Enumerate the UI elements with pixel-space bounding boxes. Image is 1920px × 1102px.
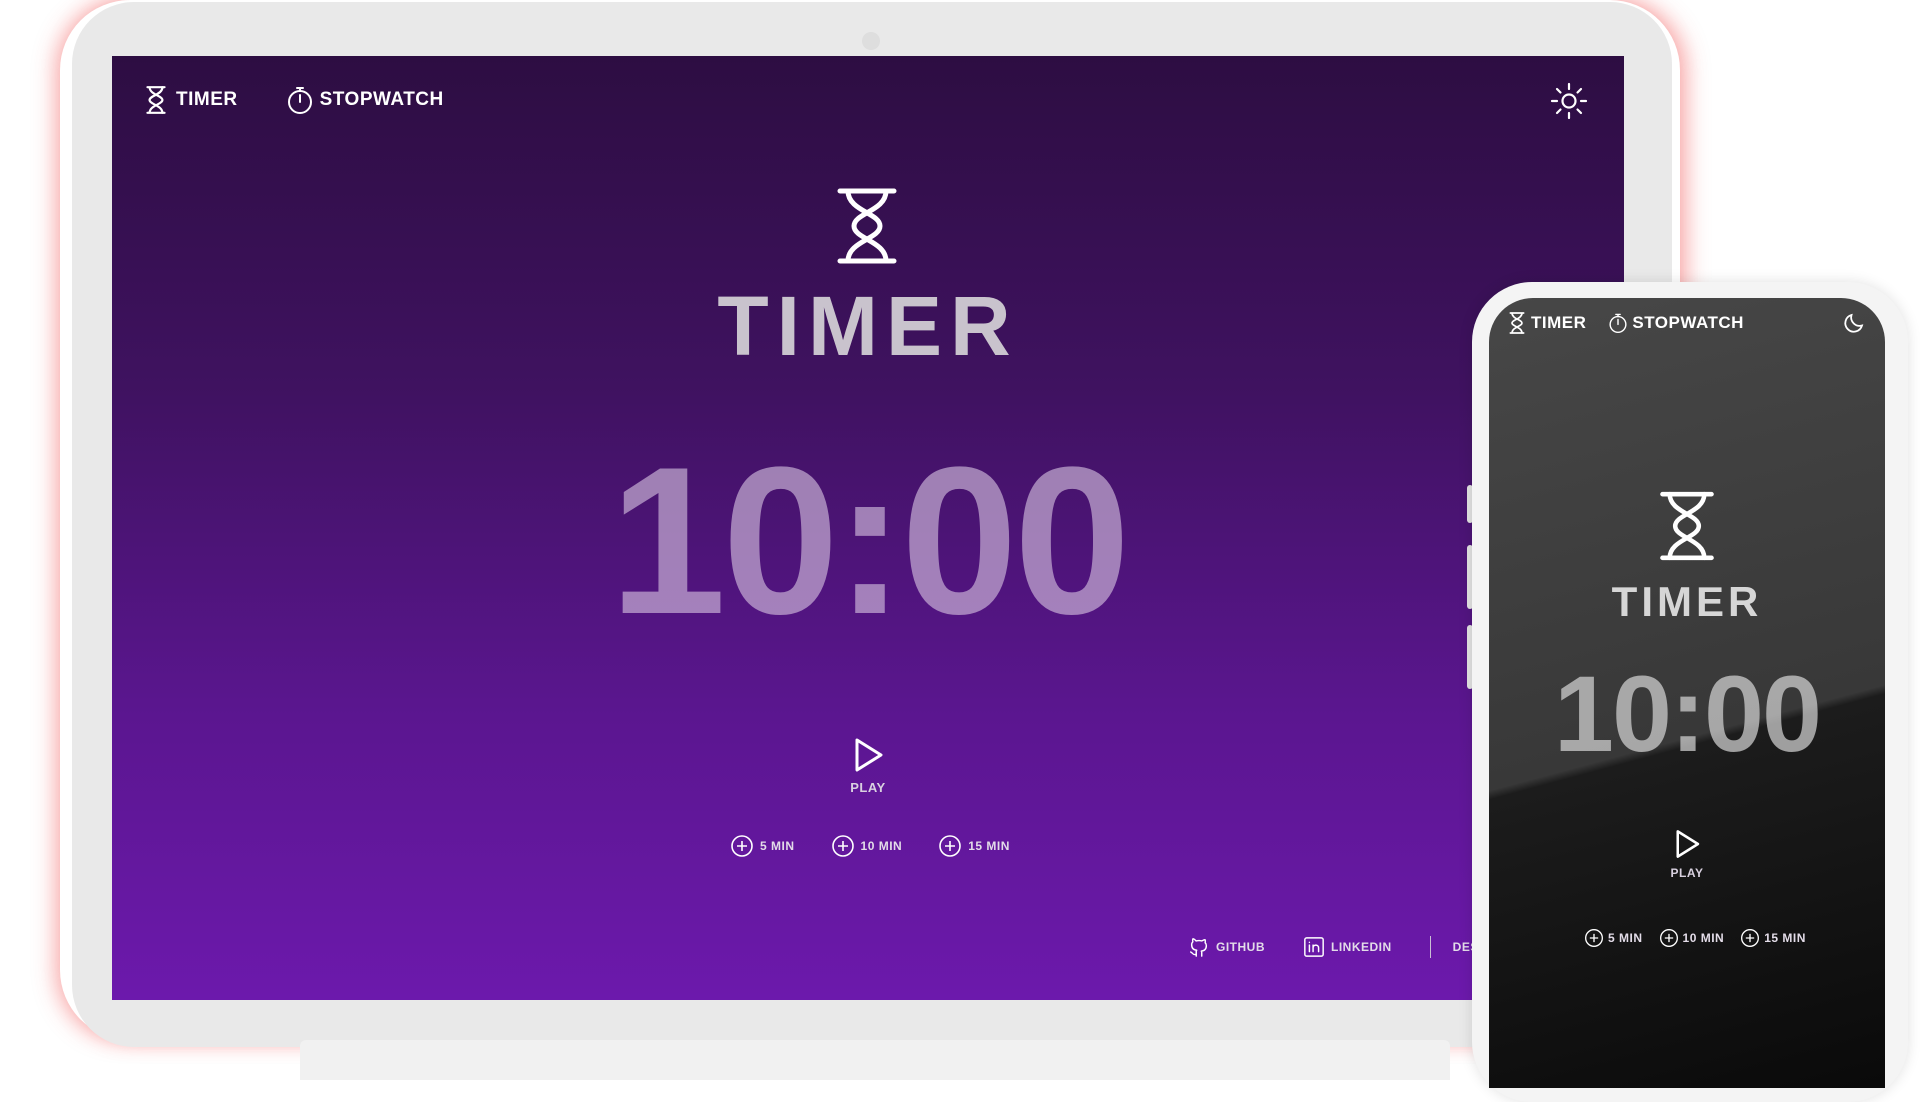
footer-divider: [1429, 936, 1431, 958]
add-button-label: 10 MIN: [1682, 931, 1725, 945]
phone-screen: TIMER STOPWATCH TIMER 10:00 PLAY 5 MIN 1…: [1489, 298, 1885, 1088]
plus-circle-icon: [939, 835, 962, 857]
page-title: TIMER: [717, 279, 1019, 373]
play-label: PLAY: [850, 780, 886, 795]
linkedin-link[interactable]: LINKEDIN: [1303, 936, 1392, 958]
nav-timer-link[interactable]: TIMER: [142, 85, 238, 115]
top-nav: TIMER STOPWATCH: [1507, 308, 1766, 338]
top-nav: TIMER STOPWATCH: [142, 80, 492, 120]
stopwatch-icon: [1609, 313, 1627, 333]
theme-toggle-button[interactable]: [1544, 76, 1594, 126]
linkedin-icon: [1304, 937, 1324, 957]
stopwatch-icon: [287, 87, 312, 114]
theme-toggle-button[interactable]: [1839, 308, 1869, 338]
add-button-label: 10 MIN: [860, 839, 903, 853]
play-icon: [1676, 830, 1700, 858]
laptop-base: [300, 1040, 1450, 1080]
add-10-min-button[interactable]: 10 MIN: [831, 834, 903, 858]
github-icon: [1190, 938, 1208, 957]
nav-timer-link[interactable]: TIMER: [1507, 311, 1586, 335]
github-link[interactable]: GITHUB: [1188, 936, 1265, 958]
timer-display: 10:00: [609, 423, 1130, 658]
moon-icon: [1844, 313, 1864, 333]
nav-stopwatch-label: STOPWATCH: [1632, 313, 1744, 332]
plus-circle-icon: [1659, 929, 1678, 947]
add-5-min-button[interactable]: 5 MIN: [1584, 928, 1643, 948]
linkedin-label: LINKEDIN: [1331, 940, 1392, 954]
nav-stopwatch-link[interactable]: STOPWATCH: [1608, 311, 1744, 335]
hourglass-icon: [837, 188, 897, 264]
nav-timer-label: TIMER: [176, 89, 238, 110]
add-button-label: 5 MIN: [1608, 931, 1643, 945]
add-button-label: 15 MIN: [968, 839, 1010, 853]
plus-circle-icon: [1585, 929, 1603, 947]
nav-stopwatch-link[interactable]: STOPWATCH: [286, 85, 444, 115]
laptop-screen: TIMER STOPWATCH TIMER 10:00 PLAY 5 MIN 1…: [112, 56, 1624, 1000]
add-15-min-button[interactable]: 15 MIN: [938, 834, 1010, 858]
add-time-buttons: 5 MIN 10 MIN 15 MIN: [730, 834, 1046, 858]
play-label: PLAY: [1670, 866, 1704, 880]
nav-stopwatch-label: STOPWATCH: [319, 89, 444, 110]
add-10-min-button[interactable]: 10 MIN: [1659, 928, 1725, 948]
add-5-min-button[interactable]: 5 MIN: [730, 834, 795, 858]
plus-circle-icon: [831, 835, 854, 857]
nav-timer-label: TIMER: [1531, 313, 1587, 332]
plus-circle-icon: [1741, 929, 1760, 947]
add-button-label: 5 MIN: [760, 839, 795, 853]
play-button[interactable]: PLAY: [828, 736, 908, 795]
github-label: GITHUB: [1216, 940, 1265, 954]
play-icon: [855, 738, 883, 772]
plus-circle-icon: [731, 835, 753, 857]
play-button[interactable]: PLAY: [1657, 828, 1717, 880]
page-title: TIMER: [1611, 578, 1763, 625]
hourglass-icon: [146, 86, 166, 114]
sun-icon: [1550, 82, 1588, 120]
add-15-min-button[interactable]: 15 MIN: [1740, 928, 1806, 948]
add-time-buttons: 5 MIN 10 MIN 15 MIN: [1584, 928, 1822, 948]
add-button-label: 15 MIN: [1764, 931, 1806, 945]
hourglass-icon: [1509, 312, 1525, 334]
hourglass-icon: [1660, 491, 1714, 561]
timer-display: 10:00: [1553, 653, 1822, 774]
laptop-camera: [862, 32, 880, 50]
